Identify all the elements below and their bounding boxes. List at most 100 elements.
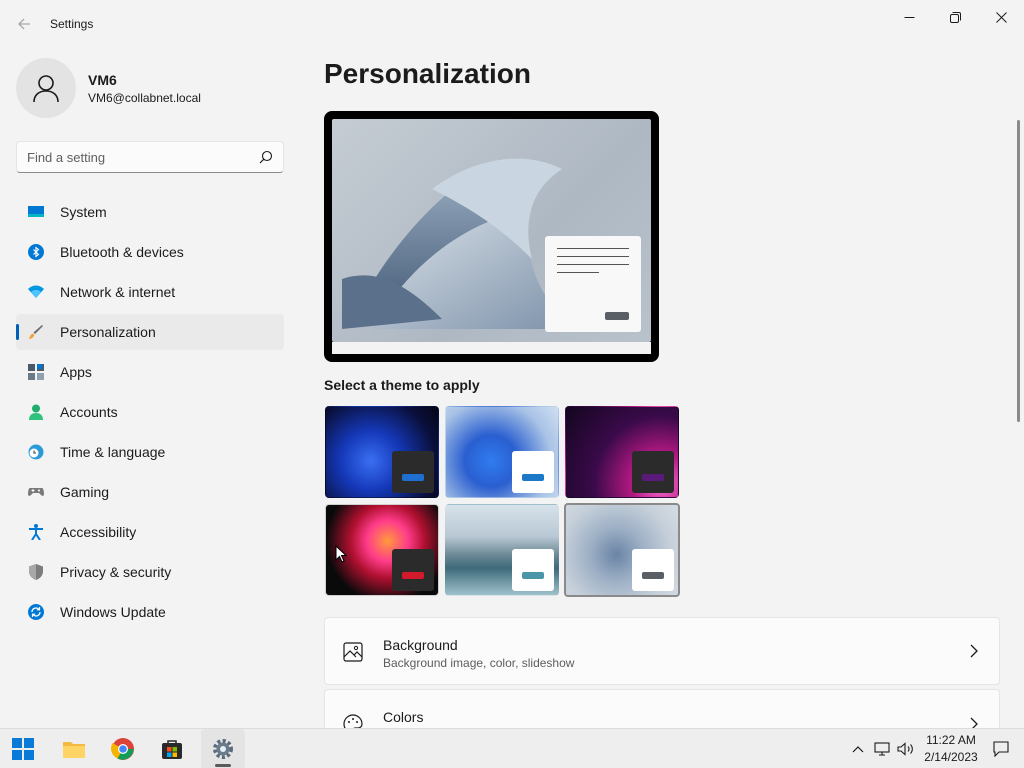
preview-accent-button xyxy=(605,312,629,320)
minimize-icon xyxy=(904,16,914,18)
vertical-scrollbar[interactable] xyxy=(1017,120,1020,422)
sidebar-item-label: Accessibility xyxy=(60,524,137,540)
themes-heading: Select a theme to apply xyxy=(324,377,480,393)
sidebar-item-label: Network & internet xyxy=(60,284,176,300)
sidebar-item-label: Apps xyxy=(60,364,92,380)
wifi-icon xyxy=(28,285,44,298)
minimize-button[interactable] xyxy=(886,6,932,28)
sidebar: VM6 VM6@collabnet.local System Bluetooth… xyxy=(0,48,300,728)
preview-wallpaper xyxy=(332,119,651,342)
person-icon xyxy=(33,75,59,103)
bluetooth-icon xyxy=(28,244,44,260)
sidebar-item-label: Time & language xyxy=(60,444,166,460)
apps-icon xyxy=(28,364,44,380)
sidebar-item-accounts[interactable]: Accounts xyxy=(16,394,284,430)
theme-tile-light-default[interactable] xyxy=(564,503,680,597)
chevron-up-icon xyxy=(852,746,864,753)
file-explorer-button[interactable] xyxy=(52,729,96,768)
network-icon xyxy=(874,742,890,756)
theme-swatch xyxy=(632,549,674,591)
theme-tile-sunrise-flow[interactable] xyxy=(445,504,559,596)
card-title: Colors xyxy=(383,709,424,725)
taskbar-date[interactable]: 2/14/2023 xyxy=(918,750,984,764)
clock-globe-icon xyxy=(28,444,44,460)
notification-button[interactable] xyxy=(991,729,1011,768)
colors-setting-card[interactable]: Colors xyxy=(324,689,1000,728)
nav-list: System Bluetooth & devices Network & int… xyxy=(16,194,284,634)
sidebar-item-label: Accounts xyxy=(60,404,118,420)
settings-gear-icon xyxy=(213,739,233,759)
preview-taskbar xyxy=(332,342,651,354)
accessibility-icon xyxy=(29,524,43,540)
store-button[interactable] xyxy=(150,729,194,768)
theme-tile-light-bloom[interactable] xyxy=(445,406,559,498)
sidebar-item-personalization[interactable]: Personalization xyxy=(16,314,284,350)
theme-swatch xyxy=(392,451,434,493)
chrome-button[interactable] xyxy=(101,729,145,768)
palette-icon xyxy=(343,714,363,728)
show-hidden-icons-button[interactable] xyxy=(849,729,867,768)
gamepad-icon xyxy=(28,488,44,496)
theme-swatch xyxy=(392,549,434,591)
sidebar-item-label: Gaming xyxy=(60,484,110,500)
chevron-right-icon xyxy=(970,717,978,728)
network-tray-button[interactable] xyxy=(873,729,891,768)
volume-tray-button[interactable] xyxy=(897,729,915,768)
app-title: Settings xyxy=(50,17,94,31)
update-icon xyxy=(28,604,44,620)
maximize-button[interactable] xyxy=(932,6,978,28)
back-button[interactable] xyxy=(12,12,36,36)
sidebar-item-label: Bluetooth & devices xyxy=(60,244,184,260)
maximize-icon xyxy=(949,11,961,23)
theme-swatch xyxy=(632,451,674,493)
store-icon xyxy=(162,740,182,759)
chrome-icon xyxy=(111,738,134,760)
title-bar: Settings xyxy=(0,0,1024,48)
settings-taskbar-button[interactable] xyxy=(201,729,245,768)
sidebar-item-label: Personalization xyxy=(60,324,156,340)
image-icon xyxy=(343,642,363,662)
mouse-cursor-icon xyxy=(335,545,347,563)
theme-swatch xyxy=(512,451,554,493)
taskbar-time[interactable]: 11:22 AM xyxy=(918,733,984,747)
start-icon xyxy=(12,738,34,760)
sidebar-item-time-language[interactable]: Time & language xyxy=(16,434,284,470)
sidebar-item-windows-update[interactable]: Windows Update xyxy=(16,594,284,630)
system-display-icon xyxy=(28,206,44,217)
theme-tile-glow[interactable] xyxy=(565,406,679,498)
user-email: VM6@collabnet.local xyxy=(88,91,201,105)
sidebar-item-system[interactable]: System xyxy=(16,194,284,230)
shield-icon xyxy=(29,564,43,580)
file-explorer-icon xyxy=(63,742,85,758)
sidebar-item-bluetooth[interactable]: Bluetooth & devices xyxy=(16,234,284,270)
notification-icon xyxy=(993,741,1009,757)
taskbar: 11:22 AM 2/14/2023 xyxy=(0,728,1024,768)
card-title: Background xyxy=(383,637,458,653)
sidebar-item-network[interactable]: Network & internet xyxy=(16,274,284,310)
sidebar-item-privacy[interactable]: Privacy & security xyxy=(16,554,284,590)
page-title: Personalization xyxy=(324,58,531,89)
background-setting-card[interactable]: Background Background image, color, slid… xyxy=(324,617,1000,685)
preview-window xyxy=(545,236,641,332)
close-icon xyxy=(995,11,1007,23)
close-button[interactable] xyxy=(978,6,1024,28)
search-input[interactable] xyxy=(27,142,247,172)
start-button[interactable] xyxy=(1,729,45,768)
sidebar-item-gaming[interactable]: Gaming xyxy=(16,474,284,510)
theme-preview xyxy=(324,111,659,362)
sidebar-item-label: Windows Update xyxy=(60,604,166,620)
avatar[interactable] xyxy=(16,58,76,118)
search-box[interactable] xyxy=(16,141,284,173)
search-icon xyxy=(259,150,273,164)
chevron-right-icon xyxy=(970,644,978,658)
theme-tile-dark-bloom[interactable] xyxy=(325,406,439,498)
back-arrow-icon xyxy=(18,18,30,30)
theme-swatch xyxy=(512,549,554,591)
sidebar-item-apps[interactable]: Apps xyxy=(16,354,284,390)
sidebar-item-label: Privacy & security xyxy=(60,564,172,580)
sidebar-item-accessibility[interactable]: Accessibility xyxy=(16,514,284,550)
volume-icon xyxy=(897,742,913,756)
card-subtitle: Background image, color, slideshow xyxy=(383,656,575,670)
accounts-icon xyxy=(29,404,43,420)
user-name: VM6 xyxy=(88,72,117,88)
